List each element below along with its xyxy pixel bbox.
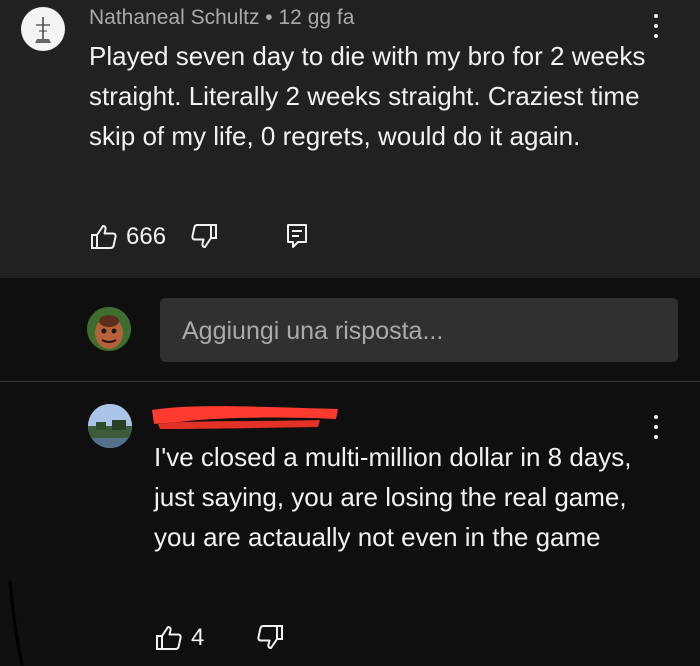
meta-separator: • xyxy=(265,6,273,29)
like-button[interactable]: 4 xyxy=(155,624,204,652)
thumbs-down-icon xyxy=(257,625,283,649)
comment-meta: Nathaneal Schultz • 12 gg fa xyxy=(89,6,354,30)
author-name[interactable]: Nathaneal Schultz xyxy=(89,6,259,29)
reply-avatar-image xyxy=(88,404,132,448)
redacted-author-name xyxy=(152,406,338,429)
reply-avatar[interactable] xyxy=(88,404,132,448)
divider xyxy=(0,381,700,382)
reply-icon xyxy=(287,224,307,248)
dislike-button[interactable] xyxy=(256,624,284,650)
reply-input[interactable]: Aggiungi una risposta... xyxy=(160,298,678,362)
top-comment-card: Nathaneal Schultz • 12 gg fa Played seve… xyxy=(0,0,700,278)
comment-time[interactable]: 12 gg fa xyxy=(279,6,355,29)
comment-text: Played seven day to die with my bro for … xyxy=(89,41,646,151)
dislike-button[interactable] xyxy=(190,223,218,249)
reply-button[interactable] xyxy=(286,223,308,249)
like-count: 4 xyxy=(191,624,205,651)
like-count: 666 xyxy=(126,223,167,250)
screen-mark xyxy=(8,580,24,666)
avatar-image xyxy=(35,17,51,43)
thumbs-up-icon xyxy=(91,225,117,249)
user-avatar[interactable] xyxy=(87,307,131,351)
reply-placeholder: Aggiungi una risposta... xyxy=(182,317,444,345)
reply-text: I've closed a multi-million dollar in 8 … xyxy=(154,442,632,552)
like-button[interactable]: 666 xyxy=(90,223,166,251)
thumbs-down-icon xyxy=(191,224,217,248)
avatar[interactable] xyxy=(21,7,65,51)
thumbs-up-icon xyxy=(156,626,182,650)
user-avatar-image xyxy=(87,307,131,351)
